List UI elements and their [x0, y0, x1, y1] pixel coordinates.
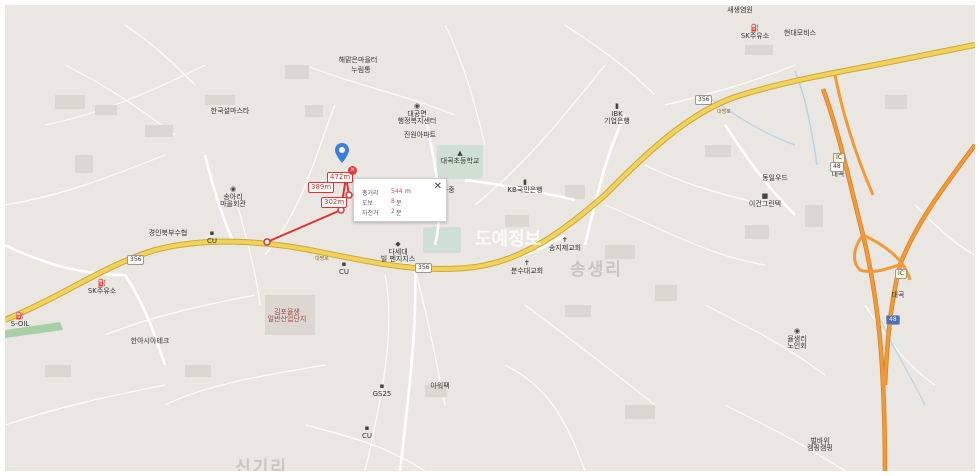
- poi-label[interactable]: ▲ 대곡초등학교: [441, 150, 480, 165]
- poi-label[interactable]: 김포율생 일반산업단지: [268, 309, 307, 323]
- poi-label[interactable]: ✝ 분수대교회: [511, 260, 543, 275]
- poi-label[interactable]: ◉ 송아리 마을회관: [220, 186, 246, 208]
- store-icon: ▪: [209, 229, 215, 237]
- road-name-label: 대명로: [717, 109, 731, 115]
- poi-label[interactable]: ▮ IBK 기업은행: [604, 103, 630, 125]
- delete-route-icon[interactable]: ✕: [348, 166, 357, 175]
- school-icon: ▲: [457, 149, 463, 157]
- poi-label[interactable]: ■ 이건그린텍: [749, 193, 781, 208]
- route-segment-label: 302m: [321, 197, 348, 208]
- location-pin-icon[interactable]: [335, 143, 349, 163]
- bank-icon: ▮: [615, 102, 619, 110]
- poi-label[interactable]: 동일우드: [762, 175, 788, 182]
- poi-label[interactable]: ◉ 대공면 행정복지센터: [398, 103, 437, 125]
- poi-label[interactable]: ⛽ SK주유소: [88, 280, 116, 295]
- store-icon: ▪: [379, 382, 385, 390]
- route-segment-label: 389m: [308, 182, 335, 193]
- walk-time-row: 도보 8 분: [362, 198, 402, 207]
- ic-label: IC: [895, 269, 907, 279]
- poi-label[interactable]: ▮ KB국민은행: [507, 179, 542, 194]
- poi-label[interactable]: 아워팩: [430, 383, 449, 390]
- poi-label[interactable]: 해맑은마을터: [339, 57, 378, 64]
- poi-label[interactable]: ⛽ S-OIL: [11, 313, 30, 328]
- area-name-label: 신기리: [235, 458, 288, 471]
- road-name-label: 대명로: [315, 256, 329, 262]
- poi-label[interactable]: 한국설마스타: [211, 108, 250, 115]
- building-icon: ■: [761, 192, 769, 200]
- total-distance-row: 총거리 544 m: [362, 188, 411, 197]
- fuel-icon: ⛽: [750, 24, 760, 32]
- building-icon: ◆: [395, 240, 401, 248]
- public-office-icon: ◉: [229, 185, 237, 193]
- public-office-icon: ◉: [793, 327, 801, 335]
- bike-time-row: 자전거 2 분: [362, 208, 402, 217]
- road-shield: 48: [886, 315, 900, 325]
- poi-label[interactable]: 현대모비스: [784, 30, 816, 37]
- store-icon: ▪: [341, 260, 347, 268]
- store-icon: ▪: [364, 424, 370, 432]
- close-icon[interactable]: ✕: [434, 182, 442, 192]
- poi-label[interactable]: ⛽ SK주유소: [741, 25, 769, 40]
- poi-label[interactable]: 경인북부수협: [149, 230, 188, 237]
- poi-label[interactable]: ▪ CU: [362, 425, 372, 440]
- poi-label[interactable]: 대곡: [832, 171, 845, 178]
- church-icon: ✝: [524, 259, 530, 267]
- fuel-icon: ⛽: [97, 279, 107, 287]
- poi-label[interactable]: 새생염원: [727, 7, 753, 14]
- poi-label[interactable]: ✝ 송지제교회: [549, 237, 581, 252]
- road-shield: 356: [415, 263, 433, 273]
- area-name-label: 송생리: [570, 260, 623, 280]
- poi-label[interactable]: ▪ CU: [207, 230, 217, 245]
- poi-label[interactable]: 벌바위 캠핑캠핑: [807, 438, 833, 452]
- ic-label: IC: [833, 153, 845, 163]
- road-shield: 48: [830, 162, 844, 172]
- public-office-icon: ◉: [413, 102, 421, 110]
- watermark: 도예정보: [475, 229, 542, 250]
- fuel-icon: ⛽: [15, 312, 25, 320]
- poi-label[interactable]: 한아시아테크: [131, 338, 170, 345]
- poi-label[interactable]: 진원아파트: [404, 132, 436, 139]
- poi-label[interactable]: ▪ GS25: [373, 383, 392, 398]
- road-shield: 356: [695, 95, 713, 105]
- church-icon: ✝: [562, 236, 568, 244]
- poi-label[interactable]: 누림통: [351, 67, 370, 74]
- distance-info-box: ✕ 총거리 544 m 도보 8 분 자전거 2 분: [353, 178, 447, 222]
- map-canvas[interactable]: 송생리 신기리 새생염원 ⛽ SK주유소 현대모비스 해맑은마을터 누림통 한국설…: [5, 5, 975, 471]
- bank-icon: ▮: [523, 178, 527, 186]
- road-shield: 356: [127, 255, 145, 265]
- poi-label[interactable]: ◆ 다세대 빌 펜지지스: [381, 241, 415, 263]
- poi-label[interactable]: ◉ 율생리 노인회: [787, 328, 806, 350]
- poi-label[interactable]: 대곡: [892, 292, 905, 299]
- poi-label[interactable]: ▪ CU: [339, 261, 349, 276]
